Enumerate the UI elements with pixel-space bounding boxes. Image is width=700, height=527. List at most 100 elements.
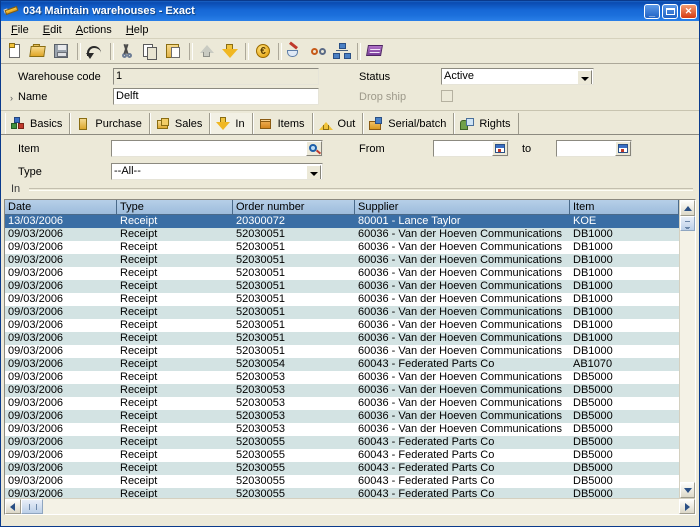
column-header-order-number[interactable]: Order number [233,200,355,215]
open-icon [29,45,46,57]
up-button[interactable] [196,41,218,62]
table-row[interactable]: 09/03/2006 Receipt 52030051 60036 - Van der… [5,332,679,345]
hierarchy-button[interactable] [331,41,353,62]
scroll-right-button[interactable] [679,499,695,514]
status-bar [1,518,699,526]
table-row[interactable]: 13/03/2006 Receipt 20300072 80001 - Lance T… [5,215,679,228]
vertical-scroll-track[interactable] [680,216,695,482]
tab-out[interactable]: Out [312,113,364,134]
undo-button[interactable] [84,41,106,62]
table-row[interactable]: 09/03/2006 Receipt 52030051 60036 - Van der… [5,254,679,267]
calendar-icon[interactable] [492,141,508,156]
table-row[interactable]: 09/03/2006 Receipt 52030051 60036 - Van der… [5,306,679,319]
close-button[interactable]: ✕ [680,3,697,19]
table-row[interactable]: 09/03/2006 Receipt 52030051 60036 - Van der… [5,319,679,332]
tab-in[interactable]: In [210,113,253,134]
column-header-supplier[interactable]: Supplier [355,200,570,215]
maximize-button[interactable] [662,3,678,19]
tab-serial-batch[interactable]: Serial/batch [363,113,455,134]
table-row[interactable]: 09/03/2006 Receipt 52030054 60043 - Federat… [5,358,679,371]
down-button[interactable] [219,41,241,62]
magnifier-icon[interactable] [306,141,322,156]
horizontal-scroll-track[interactable] [21,499,679,514]
euro-icon: € [256,43,270,58]
table-row[interactable]: 09/03/2006 Receipt 52030055 60043 - Federat… [5,475,679,488]
cell-order-number: 52030053 [236,423,285,435]
tab-items[interactable]: Items [252,113,313,134]
menu-help[interactable]: Help [119,22,156,38]
table-row[interactable]: 09/03/2006 Receipt 52030055 60043 - Federat… [5,449,679,462]
table-row[interactable]: 09/03/2006 Receipt 52030055 60043 - Federat… [5,462,679,475]
open-button[interactable] [28,41,50,62]
table-row[interactable]: 09/03/2006 Receipt 52030055 60043 - Federat… [5,436,679,449]
menu-edit[interactable]: Edit [36,22,69,38]
column-header-date[interactable]: Date [5,200,117,215]
cell-date: 09/03/2006 [8,436,64,448]
cell-type: Receipt [120,280,158,292]
brush-button[interactable] [285,41,307,62]
warehouse-code-field[interactable]: 1 [113,68,319,85]
table-row[interactable]: 09/03/2006 Receipt 52030051 60036 - Van der… [5,280,679,293]
table-row[interactable]: 09/03/2006 Receipt 52030051 60036 - Van der… [5,267,679,280]
table-row[interactable]: 09/03/2006 Receipt 52030051 60036 - Van der… [5,345,679,358]
table-row[interactable]: 09/03/2006 Receipt 52030053 60036 - Van der… [5,384,679,397]
column-header-type[interactable]: Type [117,200,233,215]
tab-purchase-label: Purchase [95,117,142,130]
chevron-down-icon[interactable] [306,165,321,179]
minimize-icon: _ [648,5,656,18]
table-row[interactable]: 09/03/2006 Receipt 52030053 60036 - Van der… [5,423,679,436]
tab-sales[interactable]: Sales [149,113,211,134]
window-title: 034 Maintain warehouses - Exact [23,5,195,17]
grid-horizontal-scrollbar[interactable] [5,498,695,514]
menu-actions[interactable]: Actions [69,22,119,38]
glasses-icon-lens2 [319,47,326,55]
tab-purchase[interactable]: Purchase [70,113,150,134]
calendar-icon-to[interactable] [615,141,631,156]
chevron-down-icon[interactable] [577,70,592,84]
status-select[interactable]: Active [441,68,594,85]
cell-order-number: 52030051 [236,228,285,240]
cell-item: DB5000 [573,436,613,448]
column-header-item[interactable]: Item [570,200,679,215]
menu-file[interactable]: File [4,22,36,38]
cell-supplier: 60036 - Van der Hoeven Communications [358,397,563,409]
table-row[interactable]: 09/03/2006 Receipt 52030053 60036 - Van der… [5,371,679,384]
filter-panel: Item Type --All-- From to In [1,135,699,199]
cell-date: 09/03/2006 [8,358,64,370]
cell-order-number: 52030051 [236,332,285,344]
table-row[interactable]: 09/03/2006 Receipt 52030055 60043 - Federat… [5,488,679,498]
tab-basics[interactable]: Basics [5,113,71,134]
book-button[interactable] [364,41,386,62]
scroll-down-button[interactable] [680,482,695,498]
scroll-left-button[interactable] [5,499,21,514]
name-field[interactable]: Delft [113,88,319,105]
table-row[interactable]: 09/03/2006 Receipt 52030051 60036 - Van der… [5,228,679,241]
vertical-scroll-thumb[interactable] [680,216,695,231]
cell-type: Receipt [120,215,158,227]
tab-rights[interactable]: Rights [454,113,519,134]
horizontal-scroll-thumb[interactable] [21,499,43,514]
tab-out-label: Out [337,117,356,130]
item-filter-input[interactable] [111,140,323,157]
table-row[interactable]: 09/03/2006 Receipt 52030051 60036 - Van der… [5,241,679,254]
person-check-icon [459,116,475,132]
new-button[interactable] [5,41,27,62]
copy-button[interactable] [140,41,162,62]
cell-date: 09/03/2006 [8,475,64,487]
scroll-up-button[interactable] [680,200,695,216]
cut-button[interactable] [117,41,139,62]
table-row[interactable]: 09/03/2006 Receipt 52030053 60036 - Van der… [5,397,679,410]
cell-order-number: 52030051 [236,254,285,266]
book-icon [366,44,383,56]
table-row[interactable]: 09/03/2006 Receipt 52030053 60036 - Van der… [5,410,679,423]
box-tall-icon [75,116,91,132]
table-row[interactable]: 09/03/2006 Receipt 52030051 60036 - Van der… [5,293,679,306]
drop-ship-checkbox[interactable] [441,90,453,102]
glasses-button[interactable] [308,41,330,62]
grid-vertical-scrollbar[interactable] [679,200,695,498]
type-filter-select[interactable]: --All-- [111,163,323,180]
save-button[interactable] [51,41,73,62]
minimize-button[interactable]: _ [644,3,660,19]
paste-button[interactable] [163,41,185,62]
currency-button[interactable]: € [252,41,274,62]
